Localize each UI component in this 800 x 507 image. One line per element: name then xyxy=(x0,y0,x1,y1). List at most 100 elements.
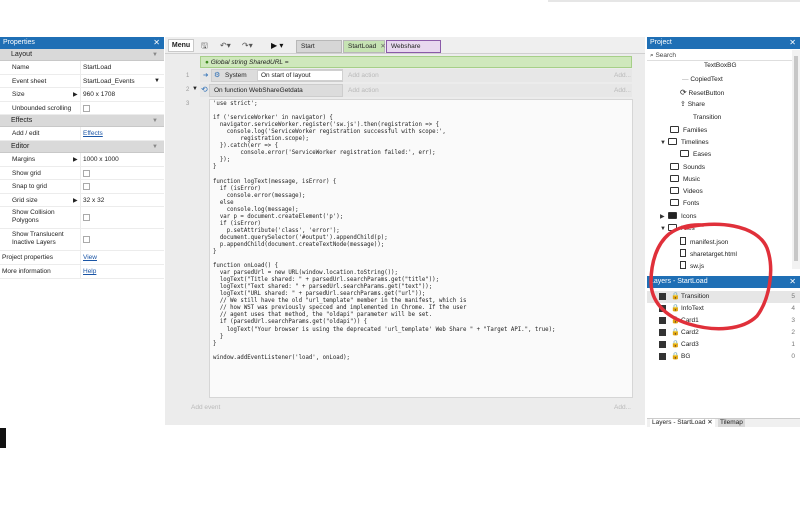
add-action-button[interactable]: Add action xyxy=(348,72,379,79)
help-link[interactable]: Help xyxy=(83,268,96,275)
prop-label: Project properties xyxy=(2,254,53,262)
folder-icon xyxy=(670,187,679,194)
tree-item-families[interactable]: Families xyxy=(670,126,707,134)
tree-item-textboxbg[interactable]: TextBoxBG xyxy=(704,62,737,69)
lock-icon[interactable]: 🔒 xyxy=(671,340,680,348)
tree-item-videos[interactable]: Videos xyxy=(670,187,703,195)
prop-label: Add / edit xyxy=(12,130,40,138)
dropdown-arrow-icon[interactable]: ▼ xyxy=(154,78,160,84)
collapse-icon[interactable]: ▼ xyxy=(192,86,198,92)
tree-item-icons[interactable]: ▶ Icons xyxy=(660,212,697,220)
tree-item-sounds[interactable]: Sounds xyxy=(670,163,705,171)
tab-layers[interactable]: Layers - StartLoad ✕ xyxy=(650,419,715,427)
expand-icon[interactable]: ▶ xyxy=(660,213,668,220)
prop-show-grid[interactable]: Show grid xyxy=(0,166,164,181)
add-action-button[interactable]: Add action xyxy=(348,87,379,94)
project-search[interactable]: ⌕ Search xyxy=(647,50,793,61)
prop-project-properties[interactable]: Project properties View xyxy=(0,251,164,265)
effects-link[interactable]: Effects xyxy=(83,130,103,137)
prop-margins[interactable]: Margins ▶ 1000 x 1000 xyxy=(0,152,164,167)
checkbox-checked-icon[interactable] xyxy=(659,353,666,360)
code-line: if (isError) xyxy=(213,220,261,227)
arrow-right-icon: ➔ xyxy=(203,72,209,79)
scrollbar-thumb[interactable] xyxy=(794,56,798,261)
tab-start-page[interactable]: Start page✕ xyxy=(296,40,342,62)
code-line: } xyxy=(213,340,217,347)
tree-item-fonts[interactable]: Fonts xyxy=(670,199,699,207)
prop-add-edit[interactable]: Add / edit Effects xyxy=(0,127,164,141)
prop-collision-polygons[interactable]: Show Collision Polygons xyxy=(0,207,164,230)
folder-icon xyxy=(670,175,679,182)
prop-value[interactable]: 32 x 32 xyxy=(83,197,104,204)
layer-row[interactable]: 🔒 BG 0 xyxy=(647,351,800,363)
collapse-icon[interactable]: ▼ xyxy=(660,140,668,146)
prop-size[interactable]: Size ▶ 960 x 1708 xyxy=(0,88,164,102)
code-line: 'use strict'; xyxy=(213,101,258,107)
chevron-down-icon[interactable]: ▼ xyxy=(152,115,158,127)
prop-translucent-layers[interactable]: Show Translucent Inactive Layers xyxy=(0,229,164,252)
chevron-down-icon[interactable]: ▼ xyxy=(152,141,158,153)
prop-name[interactable]: Name StartLoad xyxy=(0,61,164,75)
code-line: p.appendChild(document.createTextNode(me… xyxy=(213,241,385,248)
menu-button[interactable]: Menu xyxy=(168,39,194,52)
layer-row[interactable]: 🔒 Card3 1 xyxy=(647,339,800,351)
close-icon[interactable]: ✕ xyxy=(707,419,712,426)
prop-value[interactable]: StartLoad_Events xyxy=(83,78,135,85)
script-code[interactable]: 'use strict'; if ('serviceWorker' in nav… xyxy=(213,101,629,362)
checkbox[interactable] xyxy=(83,104,90,112)
close-icon[interactable]: ✕ xyxy=(153,37,160,49)
tab-webshare-api[interactable]: Webshare API✕ xyxy=(386,40,441,62)
annotation-circle xyxy=(649,222,773,331)
section-editor[interactable]: Editor ▼ xyxy=(0,140,164,153)
add-more-button[interactable]: Add... xyxy=(614,87,631,94)
checkbox-checked-icon[interactable] xyxy=(659,341,666,348)
save-icon[interactable]: 🖫 xyxy=(201,40,208,54)
checkbox[interactable] xyxy=(83,183,90,191)
code-line: // agent uses that method, the "oldapi" … xyxy=(213,312,433,319)
prop-more-information[interactable]: More information Help xyxy=(0,264,164,279)
tab-tilemap[interactable]: Tilemap xyxy=(718,419,745,427)
close-icon[interactable]: ✕ xyxy=(789,37,796,49)
tab-startload[interactable]: StartLoad ✕ xyxy=(343,40,386,53)
tree-item-music[interactable]: Music xyxy=(670,175,700,183)
expand-icon[interactable]: ▶ xyxy=(73,91,78,98)
add-more-button[interactable]: Add... xyxy=(614,72,631,79)
prop-snap-to-grid[interactable]: Snap to grid xyxy=(0,180,164,194)
chevron-down-icon[interactable]: ▼ xyxy=(152,49,158,61)
checkbox[interactable] xyxy=(83,169,90,177)
search-icon: ⌕ xyxy=(650,52,654,59)
checkbox[interactable] xyxy=(83,214,90,222)
prop-grid-size[interactable]: Grid size ▶ 32 x 32 xyxy=(0,193,164,208)
tree-item-copiedtext[interactable]: — CopiedText xyxy=(682,76,723,83)
prop-value[interactable]: 1000 x 1000 xyxy=(83,156,119,163)
prop-value[interactable]: 960 x 1708 xyxy=(83,91,115,98)
expand-icon[interactable]: ▶ xyxy=(73,156,78,163)
condition-text[interactable]: On start of layout xyxy=(257,70,343,81)
layer-number: 3 xyxy=(791,317,795,324)
play-icon[interactable]: ▶ ▾ xyxy=(271,41,283,50)
tree-item-eases[interactable]: Eases xyxy=(680,150,711,158)
expand-icon[interactable]: ▶ xyxy=(73,197,78,204)
checkbox[interactable] xyxy=(83,236,90,244)
tree-item-timelines[interactable]: ▼ Timelines xyxy=(660,138,709,146)
close-icon[interactable]: ✕ xyxy=(789,276,796,288)
prop-unbounded-scrolling[interactable]: Unbounded scrolling xyxy=(0,101,164,116)
view-link[interactable]: View xyxy=(83,254,97,261)
lock-icon[interactable]: 🔒 xyxy=(671,352,680,360)
section-layout[interactable]: Layout ▼ xyxy=(0,49,164,61)
global-variable-row[interactable]: ● Global string SharedURL = xyxy=(200,56,632,68)
prop-event-sheet[interactable]: Event sheet StartLoad_Events ▼ xyxy=(0,74,164,89)
tree-item-transition[interactable]: Transition xyxy=(693,114,721,121)
code-line: if ('serviceWorker' in navigator) { xyxy=(213,115,333,122)
add-more-button[interactable]: Add... xyxy=(614,404,631,411)
section-effects[interactable]: Effects ▼ xyxy=(0,115,164,128)
layer-number: 2 xyxy=(791,329,795,336)
tree-item-share[interactable]: ⇪ Share xyxy=(680,100,705,108)
tree-item-resetbutton[interactable]: ⟳ ResetButton xyxy=(680,88,724,97)
undo-icon[interactable]: ↶▾ xyxy=(220,41,231,50)
redo-icon[interactable]: ↷▾ xyxy=(242,41,253,50)
add-event-button[interactable]: Add event xyxy=(191,404,220,411)
close-icon[interactable]: ✕ xyxy=(380,43,385,50)
code-line: logText("Text shared: " + parsedUrl.sear… xyxy=(213,284,433,291)
prop-value[interactable]: StartLoad xyxy=(83,64,111,71)
